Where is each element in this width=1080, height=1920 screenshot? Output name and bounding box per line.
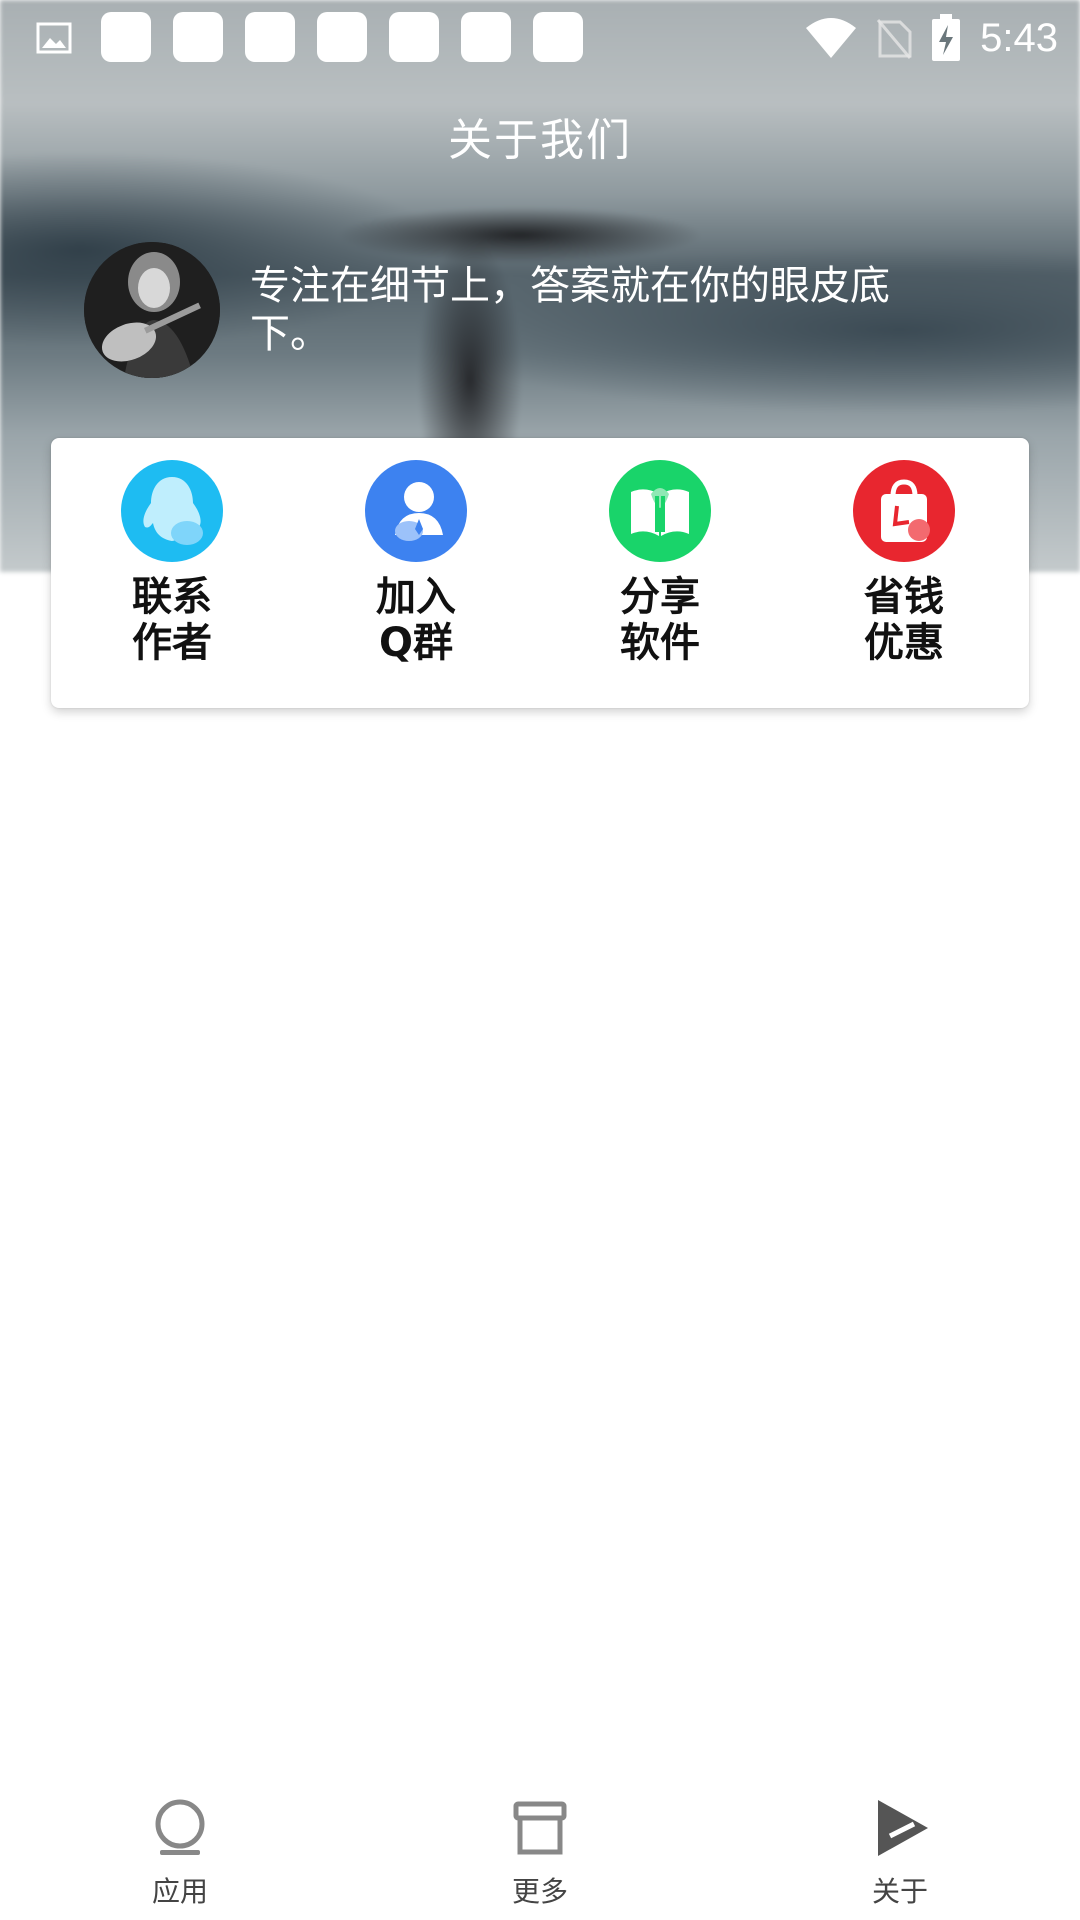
status-bar: 5:43 — [0, 0, 1080, 78]
book-icon — [609, 460, 711, 562]
contact-author-button[interactable]: 联系 作者 — [72, 460, 272, 666]
status-icons: 5:43 — [804, 12, 1058, 64]
join-qq-group-label: 加入 Q群 — [376, 574, 456, 666]
share-app-button[interactable]: 分享 软件 — [560, 460, 760, 666]
nav-label-apps: 应用 — [151, 1875, 208, 1908]
user-group-icon — [365, 460, 467, 562]
avatar[interactable] — [84, 242, 220, 378]
notification-square-icon — [461, 12, 511, 62]
shopping-bag-icon — [853, 460, 955, 562]
archive-box-icon — [513, 1801, 567, 1855]
nav-item-more[interactable]: 更多 — [440, 1798, 640, 1910]
nav-item-apps[interactable]: 应用 — [80, 1798, 280, 1910]
bottom-navigation: 应用 更多 关于 — [0, 1778, 1080, 1920]
notification-square-icon — [317, 12, 367, 62]
notification-square-icon — [173, 12, 223, 62]
nav-label-more: 更多 — [511, 1875, 568, 1908]
notification-square-icon — [533, 12, 583, 62]
share-app-label: 分享 软件 — [620, 574, 700, 666]
notification-square-icon — [389, 12, 439, 62]
notification-square-icon — [245, 12, 295, 62]
save-money-deals-label: 省钱 优惠 — [864, 574, 944, 666]
app-circle-icon — [155, 1799, 205, 1855]
page-title: 关于我们 — [448, 115, 632, 166]
contact-author-label: 联系 作者 — [132, 574, 212, 666]
join-qq-group-button[interactable]: 加入 Q群 — [316, 460, 516, 666]
qq-penguin-icon — [121, 460, 223, 562]
action-card: 联系 作者 加入 Q群 分享 软件 省钱 优惠 — [51, 438, 1029, 708]
tagline-text: 专注在细节上，答案就在你的眼皮底下。 — [250, 263, 890, 357]
nav-label-about: 关于 — [871, 1875, 928, 1908]
send-arrow-icon — [878, 1800, 928, 1856]
wifi-icon — [806, 18, 857, 58]
nav-item-about[interactable]: 关于 — [800, 1798, 1000, 1910]
clock-time: 5:43 — [980, 15, 1058, 60]
image-icon — [36, 22, 72, 54]
battery-charging-icon — [932, 14, 961, 61]
save-money-deals-button[interactable]: 省钱 优惠 — [804, 460, 1004, 666]
no-sim-icon — [876, 19, 912, 59]
notification-square-icon — [101, 12, 151, 62]
about-screen: 5:43 关于我们 专注在细节上，答案就在你的眼皮底下。 联系 作者 加入 Q群… — [0, 0, 1080, 1920]
